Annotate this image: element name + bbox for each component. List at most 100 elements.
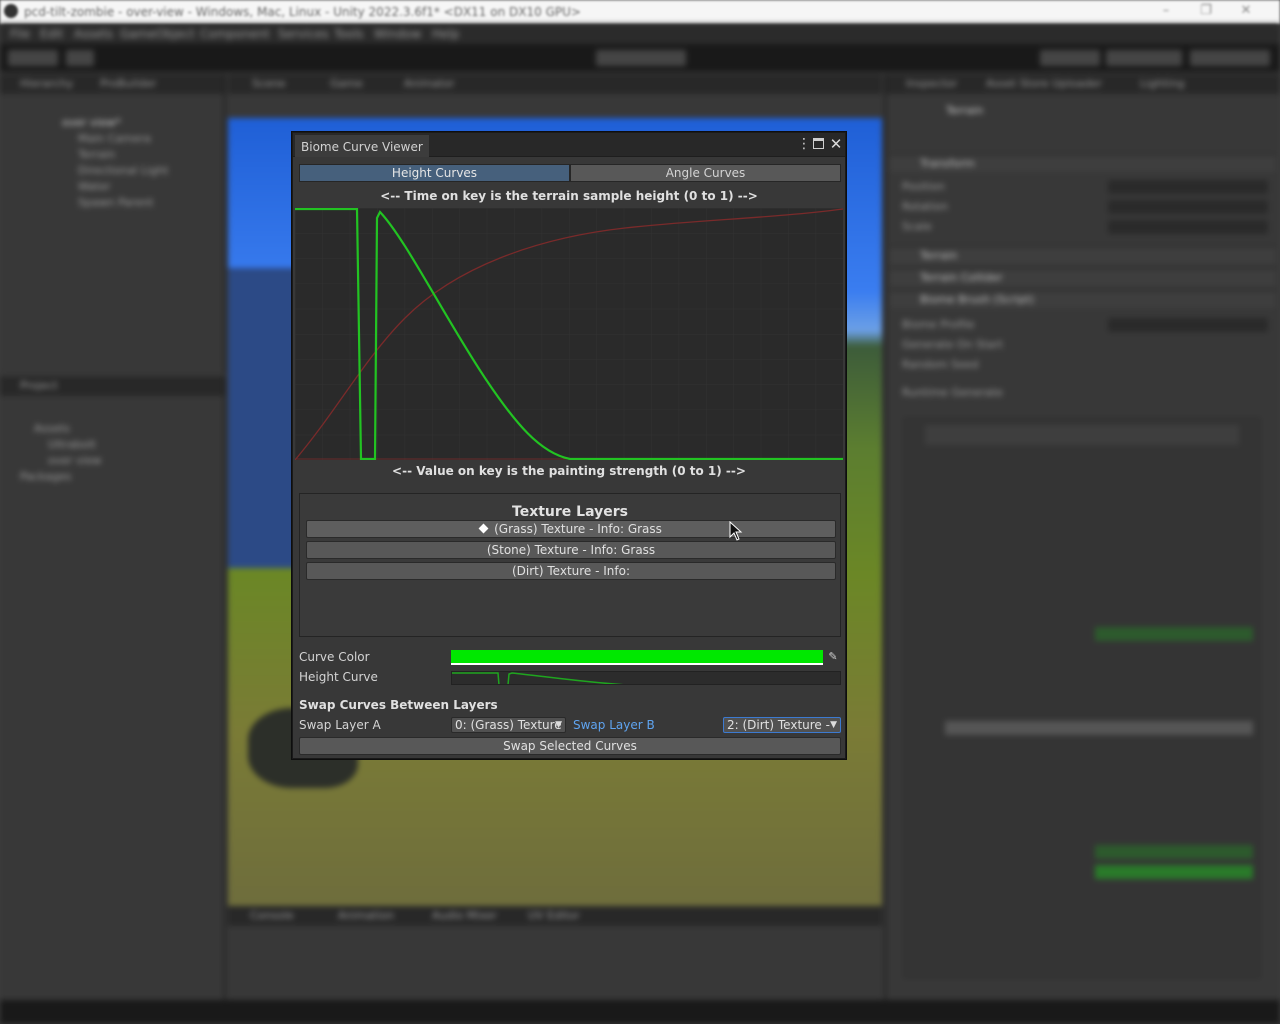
tab-game[interactable]: Game	[330, 77, 363, 90]
height-curve-preview[interactable]	[1095, 627, 1253, 641]
console-panel: Console Animation Audio Mixer UV Editor	[228, 906, 882, 1000]
tab-probuilder[interactable]: ProBuilder	[100, 77, 156, 90]
texture-layer-label: (Grass) Texture - Info: Grass	[494, 522, 662, 536]
tab-scene[interactable]: Scene	[252, 77, 286, 90]
texture-layer-button[interactable]: (Grass) Texture - Info: Grass	[306, 520, 836, 538]
maximize-icon[interactable]: ❐	[1186, 3, 1226, 18]
hierarchy-tabstrip: Hierarchy ProBuilder	[0, 74, 224, 94]
component-header[interactable]: Transform	[890, 154, 1276, 172]
window-title: Biome Curve Viewer	[301, 140, 423, 154]
menu-services[interactable]: Services	[278, 27, 329, 41]
curve-mode-tabs: Height Curves Angle Curves	[299, 164, 841, 182]
play-controls[interactable]	[596, 50, 686, 66]
maximize-icon[interactable]	[813, 138, 824, 149]
inspector-row-label: Runtime Generate	[902, 386, 1003, 399]
close-icon[interactable]: ✕	[1226, 3, 1266, 18]
hierarchy-item[interactable]: Water	[78, 180, 111, 193]
texture-layer-label: (Stone) Texture - Info: Grass	[486, 543, 656, 557]
tab-lighting[interactable]: Lighting	[1140, 77, 1184, 90]
height-curve-label: Height Curve	[299, 670, 378, 684]
height-curve-field[interactable]	[451, 671, 841, 685]
project-item[interactable]: Assets	[34, 422, 70, 435]
tab-animator[interactable]: Animator	[404, 77, 455, 90]
tab-angle-curves[interactable]: Angle Curves	[570, 164, 841, 182]
swap-layer-b-dropdown[interactable]: 2: (Dirt) Texture - ▼	[723, 717, 841, 733]
layers-dropdown[interactable]	[1106, 50, 1182, 66]
close-icon[interactable]: ✕	[829, 134, 843, 154]
hierarchy-item[interactable]: over view*	[62, 116, 121, 129]
window-tab[interactable]: Biome Curve Viewer	[295, 135, 429, 157]
inspector-field[interactable]	[1108, 180, 1268, 194]
curve-editor[interactable]	[295, 208, 843, 460]
height-curve-thumbnail	[452, 672, 624, 684]
component-header[interactable]: Biome Brush (Script)	[890, 290, 1276, 308]
menu-file[interactable]: File	[10, 27, 30, 41]
tab-audio-mixer[interactable]: Audio Mixer	[432, 909, 497, 922]
inspector-panel: Inspector Asset Store Uploader Lighting …	[884, 74, 1280, 1000]
curve-color-field[interactable]	[451, 650, 823, 665]
layout-dropdown[interactable]	[1190, 50, 1270, 66]
project-item[interactable]: Ultrabolt	[48, 438, 96, 451]
component-header[interactable]: Terrain	[890, 246, 1276, 264]
hierarchy-item[interactable]: Spawn Parent	[78, 196, 153, 209]
object-name[interactable]: Terrain	[946, 104, 983, 117]
hierarchy-panel: Hierarchy ProBuilder over view* Main Cam…	[0, 74, 226, 374]
scene-tabstrip: Scene Game Animator	[228, 74, 882, 94]
tab-uv-editor[interactable]: UV Editor	[528, 909, 580, 922]
tab-project[interactable]: Project	[20, 379, 58, 392]
inspector-tabstrip: Inspector Asset Store Uploader Lighting	[886, 74, 1280, 94]
cloud-button[interactable]	[66, 50, 94, 66]
tab-inspector[interactable]: Inspector	[906, 77, 957, 90]
project-tabstrip: Project	[0, 376, 224, 396]
inspector-field[interactable]	[1108, 200, 1268, 214]
tab-hierarchy[interactable]: Hierarchy	[20, 77, 73, 90]
eyedropper-icon[interactable]: ✎	[826, 650, 840, 664]
hierarchy-item[interactable]: Terrain	[78, 148, 115, 161]
project-item[interactable]: Packages	[20, 470, 71, 483]
menu-help[interactable]: Help	[432, 27, 459, 41]
component-header[interactable]: Terrain Collider	[890, 268, 1276, 286]
texture-layer-button[interactable]: (Dirt) Texture - Info:	[306, 562, 836, 580]
menu-assets[interactable]: Assets	[74, 27, 113, 41]
inspector-row-label: Position	[902, 180, 945, 193]
tab-console[interactable]: Console	[250, 909, 294, 922]
hierarchy-item[interactable]: Main Camera	[78, 132, 151, 145]
search-button[interactable]	[1040, 50, 1100, 66]
inspector-row: Scale	[902, 220, 1268, 234]
angle-curve-preview[interactable]	[1095, 865, 1253, 879]
project-panel: Project Assets Ultrabolt over view Packa…	[0, 376, 226, 1000]
tab-height-curves[interactable]: Height Curves	[299, 164, 570, 182]
mouse-cursor-icon	[729, 521, 743, 541]
height-curve-preview[interactable]	[1095, 845, 1253, 859]
terrain-settings-header[interactable]	[925, 425, 1239, 445]
swap-layer-a-dropdown[interactable]: 0: (Grass) Texture ▼	[451, 717, 566, 733]
swap-layer-b-value: 2: (Dirt) Texture -	[727, 718, 830, 732]
texture-layer-button[interactable]: (Stone) Texture - Info: Grass	[306, 541, 836, 559]
inspector-row-label: Random Seed	[902, 358, 979, 371]
tab-animation[interactable]: Animation	[338, 909, 394, 922]
open-curve-viewer-button[interactable]	[945, 721, 1253, 735]
inspector-row: Biome Profile	[902, 318, 1268, 332]
inspector-row: Generate On Start	[902, 338, 1268, 352]
account-button[interactable]	[8, 50, 58, 66]
menu-gameobject[interactable]: GameObject	[120, 27, 195, 41]
curve-color-label: Curve Color	[299, 650, 370, 664]
menu-window[interactable]: Window	[374, 27, 421, 41]
inspector-row: Rotation	[902, 200, 1268, 214]
menu-edit[interactable]: Edit	[40, 27, 63, 41]
swap-selected-curves-button[interactable]: Swap Selected Curves	[299, 737, 841, 755]
unity-menubar: File Edit Assets GameObject Component Se…	[0, 24, 1280, 44]
project-item[interactable]: over view	[48, 454, 101, 467]
curve-graph[interactable]	[295, 208, 843, 460]
kebab-menu-icon[interactable]: ⋮	[797, 136, 811, 152]
dropdown-arrow-icon: ▼	[555, 720, 562, 730]
tab-asset-store-uploader[interactable]: Asset Store Uploader	[986, 77, 1102, 90]
inspector-field[interactable]	[1108, 220, 1268, 234]
inspector-field[interactable]	[1108, 318, 1268, 332]
menu-tools[interactable]: Tools	[334, 27, 364, 41]
biome-profile-panel	[904, 418, 1260, 978]
dropdown-arrow-icon: ▼	[830, 720, 837, 730]
hierarchy-item[interactable]: Directional Light	[78, 164, 168, 177]
minimize-icon[interactable]: –	[1146, 3, 1186, 18]
menu-component[interactable]: Component	[200, 27, 270, 41]
